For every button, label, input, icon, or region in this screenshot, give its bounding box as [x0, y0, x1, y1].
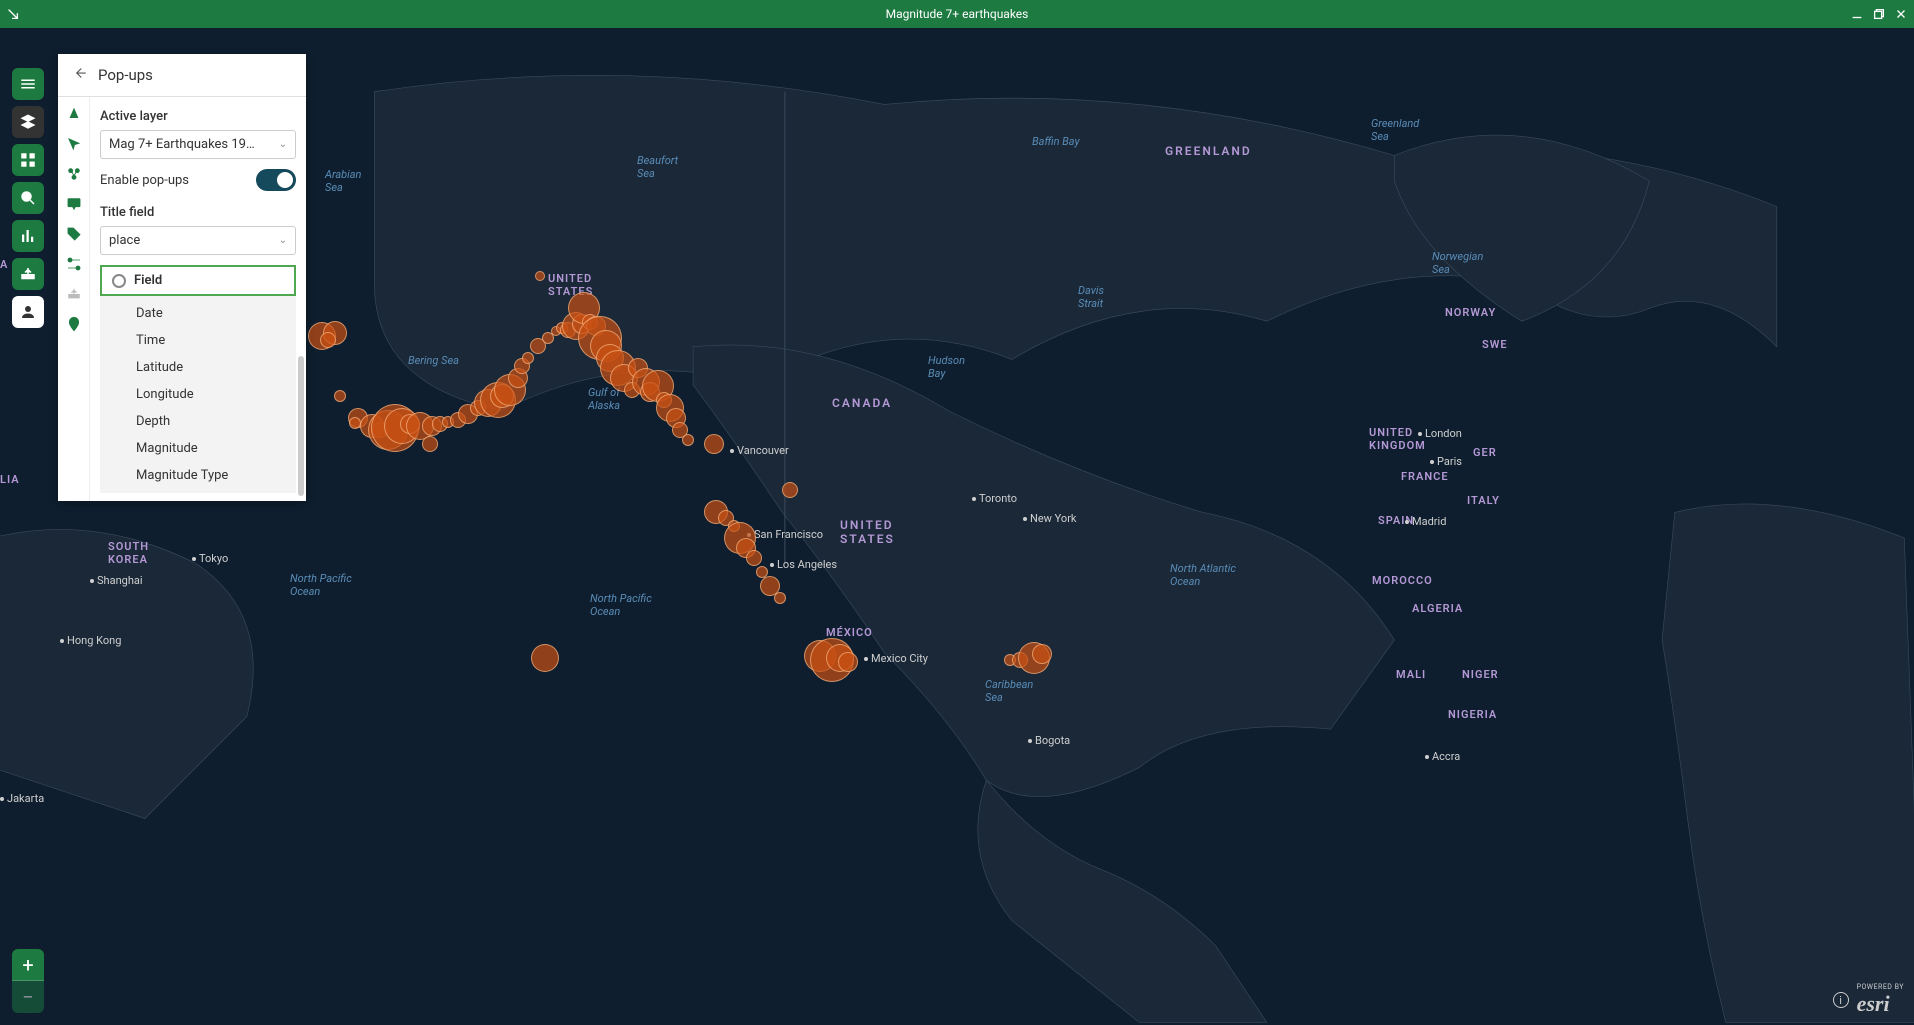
- minimize-icon[interactable]: [1850, 7, 1864, 21]
- field-item[interactable]: Longitude: [100, 381, 296, 408]
- chart-button[interactable]: [12, 220, 44, 252]
- zoom-out-button[interactable]: −: [12, 981, 44, 1013]
- location-pin-icon[interactable]: [65, 315, 83, 333]
- enable-popups-label: Enable pop-ups: [100, 173, 189, 188]
- zoom-in-button[interactable]: +: [12, 949, 44, 981]
- active-layer-label: Active layer: [100, 109, 296, 124]
- filter-icon[interactable]: [65, 255, 83, 273]
- radio-unchecked-icon: [112, 274, 126, 288]
- left-toolbar: [12, 68, 44, 328]
- profile-button[interactable]: [12, 296, 44, 328]
- expand-arrow-icon[interactable]: [6, 7, 20, 21]
- field-section-header[interactable]: Field: [100, 265, 296, 296]
- title-field-select[interactable]: place ⌄: [100, 226, 296, 255]
- field-item[interactable]: Latitude: [100, 354, 296, 381]
- chevron-down-icon: ⌄: [279, 139, 287, 150]
- menu-button[interactable]: [12, 68, 44, 100]
- export-icon: [65, 285, 83, 303]
- field-item[interactable]: Magnitude: [100, 435, 296, 462]
- field-item[interactable]: Magnitude Type: [100, 462, 296, 489]
- field-item[interactable]: Depth: [100, 408, 296, 435]
- basemap-button[interactable]: [12, 144, 44, 176]
- field-item[interactable]: Time: [100, 327, 296, 354]
- select-icon[interactable]: [65, 135, 83, 153]
- field-item[interactable]: Date: [100, 300, 296, 327]
- enable-popups-toggle[interactable]: [256, 169, 296, 191]
- zoom-controls: + −: [12, 949, 44, 1013]
- close-icon[interactable]: [1894, 7, 1908, 21]
- titlebar: Magnitude 7+ earthquakes: [0, 0, 1914, 28]
- search-button[interactable]: [12, 182, 44, 214]
- scrollbar-thumb[interactable]: [298, 356, 304, 496]
- label-icon[interactable]: [65, 225, 83, 243]
- panel-title: Pop-ups: [98, 66, 153, 84]
- info-icon[interactable]: i: [1833, 992, 1849, 1008]
- attribution: i POWERED BY esri: [1833, 983, 1904, 1017]
- layers-button[interactable]: [12, 106, 44, 138]
- share-button[interactable]: [12, 258, 44, 290]
- chevron-down-icon: ⌄: [279, 235, 287, 246]
- popups-panel: Pop-ups Active layer Mag 7+ Earthquakes …: [58, 54, 306, 501]
- esri-logo: esri: [1857, 991, 1890, 1016]
- cluster-icon[interactable]: [65, 165, 83, 183]
- popup-icon[interactable]: [65, 195, 83, 213]
- main-area: GREENLANDCANADAUNITEDSTATESUNITEDSTATESM…: [0, 28, 1914, 1025]
- app-title: Magnitude 7+ earthquakes: [886, 7, 1029, 21]
- panel-icon-rail: [58, 97, 90, 501]
- back-arrow-icon[interactable]: [70, 64, 88, 86]
- restore-icon[interactable]: [1872, 7, 1886, 21]
- text-style-icon[interactable]: [65, 105, 83, 123]
- field-list: DateTimeLatitudeLongitudeDepthMagnitudeM…: [100, 296, 296, 493]
- active-layer-select[interactable]: Mag 7+ Earthquakes 19… ⌄: [100, 130, 296, 159]
- title-field-label: Title field: [100, 205, 296, 220]
